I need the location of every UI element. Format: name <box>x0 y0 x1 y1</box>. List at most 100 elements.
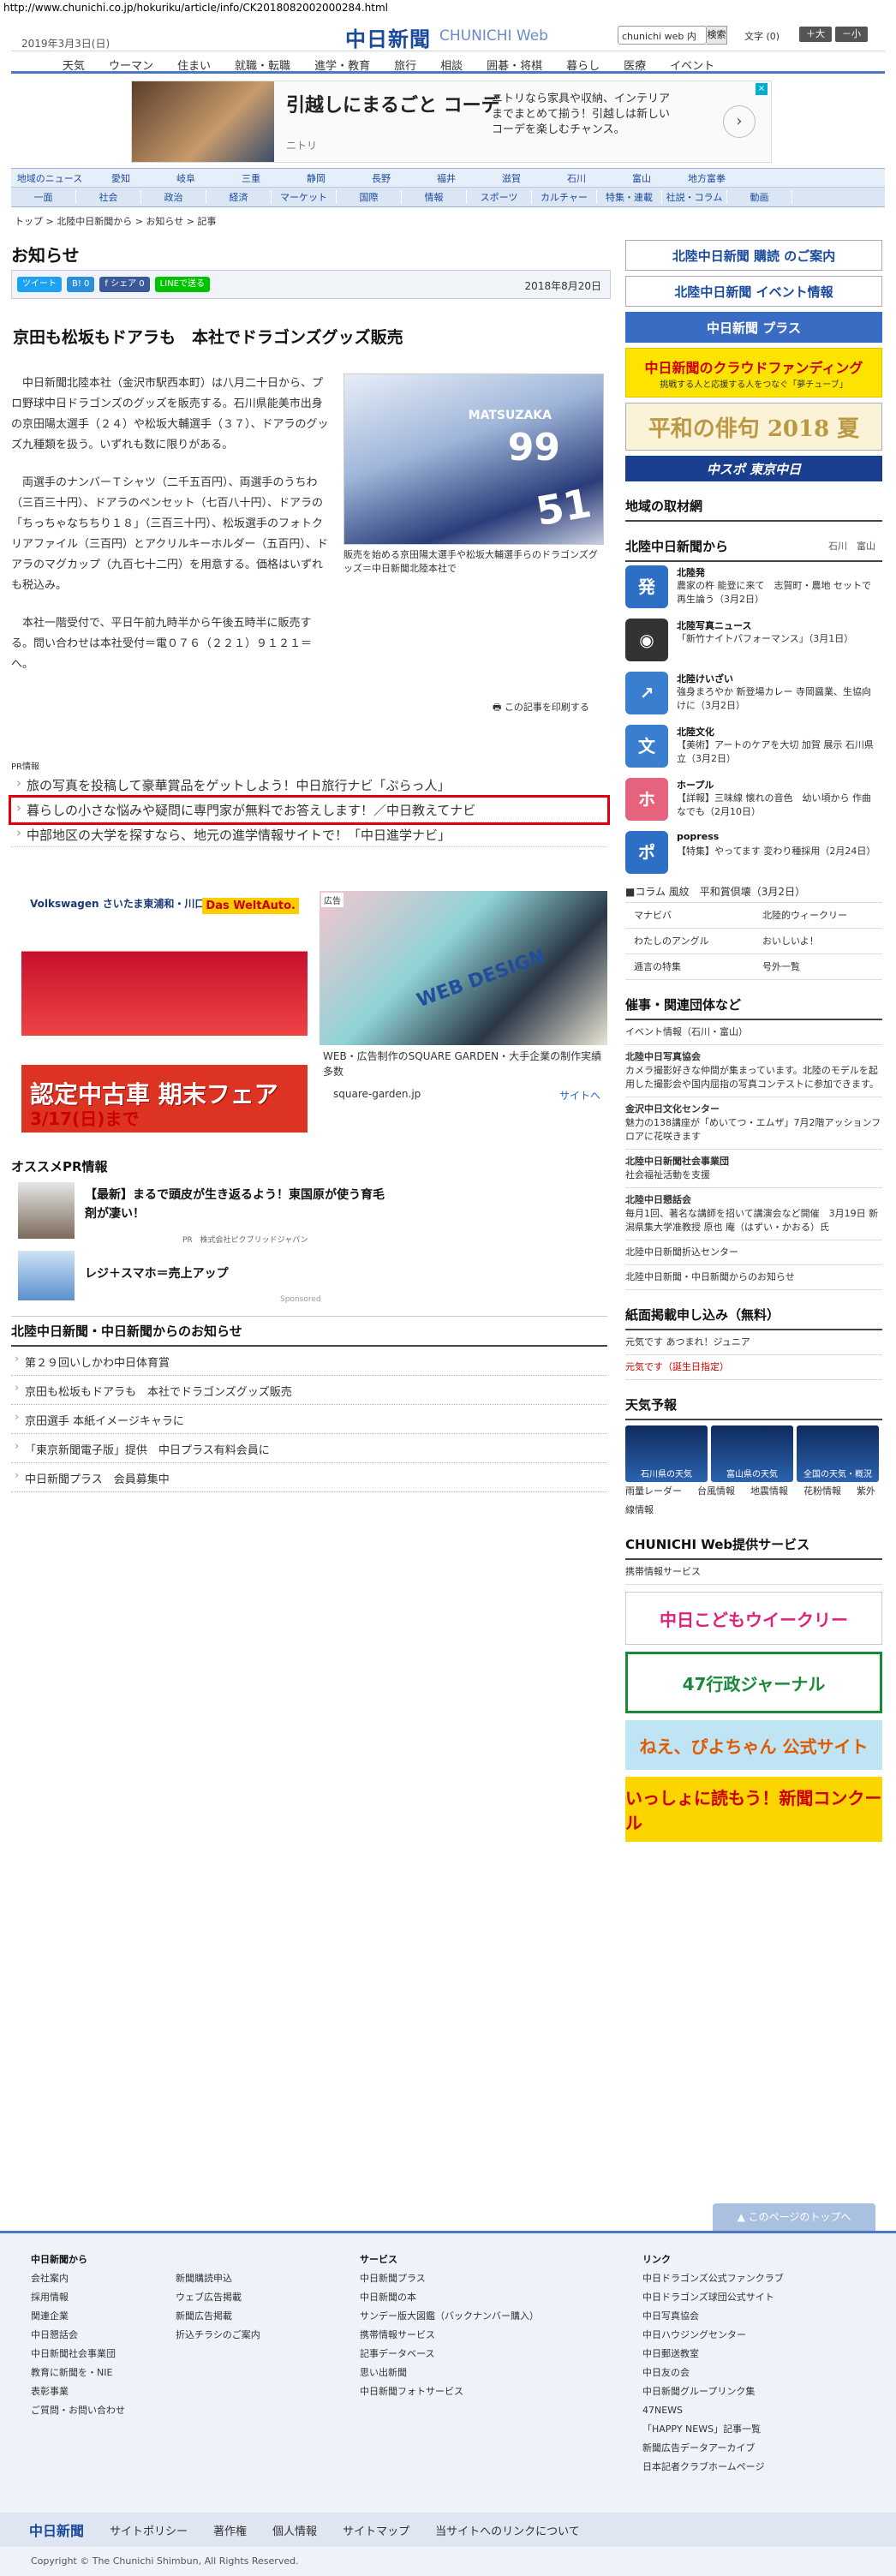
chusupo-banner[interactable]: 中スポ 東京中日 <box>625 456 882 481</box>
footer-link[interactable]: 中日新聞グループリンク集 <box>642 2382 784 2401</box>
news-block[interactable]: ↗ 北陸けいざい 強身まろやか 新登場カレー 寺岡醤業、生協向けに（3月2日） <box>625 668 882 721</box>
gnav-item[interactable]: 進学・教育 <box>302 51 382 73</box>
event-item[interactable]: 北陸中日写真協会 カメラ撮影好きな仲間が集まっています。北陸のモデルを起用した撮影… <box>625 1045 882 1097</box>
recommend-item[interactable]: レジ＋スマホ＝売上アップ <box>85 1264 229 1282</box>
footer-link[interactable]: 思い出新聞 <box>360 2364 539 2382</box>
footer-link[interactable]: 新聞広告掲載 <box>176 2307 260 2326</box>
region-nav-item[interactable]: 富山 <box>609 171 674 185</box>
weather-link[interactable]: 台風情報 <box>697 1485 735 1497</box>
gnav-item[interactable]: 相談 <box>428 51 475 73</box>
news-block[interactable]: ◉ 北陸写真ニュース 「新竹ナイトパフォーマンス」（3月1日） <box>625 615 882 668</box>
footer-link[interactable]: 日本記者クラブホームページ <box>642 2458 784 2477</box>
section-nav-item[interactable]: 一面 <box>11 190 76 204</box>
subscribe-banner[interactable]: 北陸中日新聞 購読 のご案内 <box>625 240 882 271</box>
gnav-item[interactable]: 天気 <box>51 51 97 73</box>
weather-tile[interactable]: 石川県の天気 <box>625 1425 708 1482</box>
gyosei-journal-banner[interactable]: 47行政ジャーナル <box>625 1652 882 1713</box>
news-block[interactable]: ポ popress 【特集】やってます 変わり種採用（2月24日） <box>625 828 882 881</box>
shimen-item[interactable]: 元気です（誕生日指定） <box>625 1355 882 1380</box>
weather-link[interactable]: 花粉情報 <box>803 1485 841 1497</box>
footer-link[interactable]: 中日新聞フォトサービス <box>360 2382 539 2401</box>
section-nav-item[interactable]: 動画 <box>727 190 792 204</box>
haiku-banner[interactable]: 平和の俳句 2018 夏 <box>625 403 882 451</box>
piyochan-banner[interactable]: ねえ、ぴよちゃん 公式サイト <box>625 1720 882 1770</box>
feature-link[interactable]: 北陸的ウィークリー <box>754 903 882 929</box>
region-nav-item[interactable]: 地方富拳 <box>674 171 739 185</box>
event-item[interactable]: 北陸中日新聞・中日新聞からのお知らせ <box>625 1265 882 1290</box>
region-nav-item[interactable]: 滋賀 <box>479 171 544 185</box>
gnav-item[interactable]: 医療 <box>612 51 658 73</box>
weather-tile[interactable]: 全国の天気・概況 <box>797 1425 879 1482</box>
tweet-button[interactable]: ツイート <box>17 277 62 292</box>
footer-link[interactable]: 教育に新聞を・NIE <box>31 2364 125 2382</box>
section-nav-item[interactable]: スポーツ <box>467 190 532 204</box>
event-banner[interactable]: 北陸中日新聞 イベント情報 <box>625 276 882 307</box>
column-link[interactable]: ■コラム 風紋 平和賞倶壊（3月2日） <box>625 884 882 899</box>
site-logo-sub[interactable]: CHUNICHI Web <box>439 27 548 45</box>
weather-link[interactable]: 地震情報 <box>750 1485 788 1497</box>
recommend-thumb[interactable] <box>18 1251 75 1300</box>
web-ad-link[interactable]: サイトへ <box>559 1088 600 1103</box>
feature-link[interactable]: 逓言の特集 <box>625 954 754 980</box>
car-ad[interactable]: Volkswagen さいたま東浦和・川口店 Das WeltAuto. 認定中… <box>21 891 308 1133</box>
font-smaller-button[interactable]: －小 <box>835 27 868 42</box>
footer-nav-item[interactable]: サイトマップ <box>343 2522 409 2538</box>
region-nav-item[interactable]: 静岡 <box>284 171 349 185</box>
footer-link[interactable]: 中日郵送教室 <box>642 2345 784 2364</box>
footer-link[interactable]: 中日ハウジングセンター <box>642 2326 784 2345</box>
news-item[interactable]: 中日新聞プラス 会員募集中 <box>11 1463 607 1492</box>
news-block[interactable]: 文北陸文化 【美術】アートのケアを大切 加賀 展示 石川県立（3月2日） <box>625 721 882 774</box>
section-nav-item[interactable]: 特集・連載 <box>597 190 662 204</box>
gnav-item[interactable]: 就職・転職 <box>223 51 302 73</box>
footer-link[interactable]: 採用情報 <box>31 2288 125 2307</box>
footer-link[interactable]: 中日新聞社会事業団 <box>31 2345 125 2364</box>
region-nav-item[interactable]: 長野 <box>349 171 414 185</box>
footer-link[interactable]: ウェブ広告掲載 <box>176 2288 260 2307</box>
footer-link[interactable]: 「HAPPY NEWS」記事一覧 <box>642 2420 784 2439</box>
footer-nav-item[interactable]: 当サイトへのリンクについて <box>435 2522 580 2538</box>
footer-nav-item[interactable]: サイトポリシー <box>110 2522 188 2538</box>
print-link[interactable]: 🖶 この記事を印刷する <box>493 700 589 716</box>
gnav-item[interactable]: 暮らし <box>554 51 612 73</box>
footer-nav-item[interactable]: 個人情報 <box>272 2522 317 2538</box>
news-item[interactable]: 「東京新聞電子版」提供 中日プラス有料会員に <box>11 1434 607 1463</box>
footer-link[interactable]: 中日新聞の本 <box>360 2288 539 2307</box>
footer-link[interactable]: 中日懇話会 <box>31 2326 125 2345</box>
region-tabs[interactable]: 石川 富山 <box>828 539 875 553</box>
ad-close-icon[interactable]: × <box>756 83 768 95</box>
shimen-item[interactable]: 元気です あつまれ！ジュニア <box>625 1330 882 1355</box>
feature-link[interactable]: おいしいよ！ <box>754 929 882 954</box>
footer-link[interactable]: 携帯情報サービス <box>360 2326 539 2345</box>
newspaper-contest-banner[interactable]: いっしょに読もう！新聞コンクール <box>625 1777 882 1842</box>
gnav-item[interactable]: イベント <box>658 51 726 73</box>
line-share-button[interactable]: LINEで送る <box>154 277 210 292</box>
footer-link[interactable]: 中日新聞プラス <box>360 2269 539 2288</box>
pr-item[interactable]: 中部地区の大学を探すなら、地元の進学情報サイトで！「中日進学ナビ」 <box>11 822 607 847</box>
site-logo[interactable]: 中日新聞 <box>345 22 431 52</box>
feature-link[interactable]: わたしのアングル <box>625 929 754 954</box>
news-item[interactable]: 京田選手 本紙イメージキャラに <box>11 1405 607 1434</box>
crowdfunding-banner[interactable]: 中日新聞のクラウドファンディング 挑戦する人と応援する人をつなぐ「夢チューブ」 <box>625 348 882 397</box>
search-input[interactable]: chunichi web 内 <box>618 26 707 45</box>
footer-link[interactable]: サンデー版大図鑑（バックナンバー購入） <box>360 2307 539 2326</box>
footer-link[interactable]: ご質問・お問い合わせ <box>31 2401 125 2420</box>
event-item[interactable]: 北陸中日懇話会 毎月1回、著名な講師を招いて講演会など開催 3月19日 新潟県集大… <box>625 1188 882 1240</box>
footer-link[interactable]: 折込チラシのご案内 <box>176 2326 260 2345</box>
facebook-share-button[interactable]: f シェア 0 <box>99 277 150 292</box>
feature-link[interactable]: マナビバ <box>625 903 754 929</box>
hatena-button[interactable]: B! 0 <box>67 277 95 292</box>
footer-link[interactable]: 記事データベース <box>360 2345 539 2364</box>
region-nav-item[interactable]: 石川 <box>544 171 609 185</box>
font-bigger-button[interactable]: ＋大 <box>799 27 832 42</box>
service-link[interactable]: 携帯情報サービス <box>625 1560 882 1585</box>
search-button[interactable]: 検索 <box>707 26 727 45</box>
pr-item-highlighted[interactable]: 暮らしの小さな悩みや疑問に専門家が無料でお答えします！／中日教えてナビ <box>9 795 610 825</box>
chevron-right-icon[interactable]: › <box>723 105 756 138</box>
event-item[interactable]: 北陸中日新聞折込センター <box>625 1240 882 1265</box>
weather-link[interactable]: 雨量レーダー <box>625 1485 682 1497</box>
recommend-item[interactable]: 【最新】まるで頭皮が生き返るよう！東国原が使う育毛剤が凄い！ <box>85 1186 393 1223</box>
footer-link[interactable]: 会社案内 <box>31 2269 125 2288</box>
footer-link[interactable]: 中日友の会 <box>642 2364 784 2382</box>
section-nav-item[interactable]: 経済 <box>206 190 272 204</box>
footer-link[interactable]: 中日写真協会 <box>642 2307 784 2326</box>
